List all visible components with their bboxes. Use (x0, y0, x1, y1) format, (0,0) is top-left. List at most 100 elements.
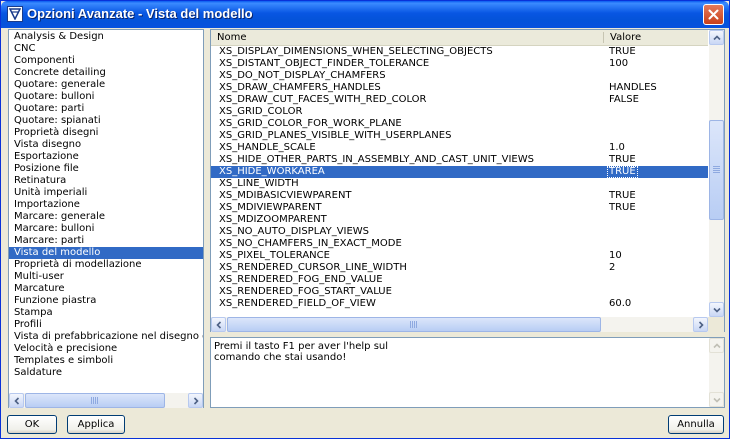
table-hscroll-thumb[interactable] (227, 317, 601, 332)
category-item[interactable]: Quotare: bulloni (9, 91, 203, 103)
setting-name-cell: XS_GRID_COLOR (219, 106, 303, 117)
help-scroll-up-button[interactable] (709, 338, 724, 353)
category-item[interactable]: Quotare: spianati (9, 115, 203, 127)
category-list-hscroll-thumb[interactable] (25, 393, 165, 408)
scroll-right-button[interactable] (188, 393, 203, 408)
category-item[interactable]: Concrete detailing (9, 67, 203, 79)
table-row[interactable]: XS_RENDERED_FOG_START_VALUE (211, 286, 708, 298)
table-row[interactable]: XS_DISPLAY_DIMENSIONS_WHEN_SELECTING_OBJ… (211, 46, 708, 58)
window-title: Opzioni Avanzate - Vista del modello (27, 6, 253, 21)
cancel-button[interactable]: Annulla (668, 415, 724, 434)
setting-value-cell[interactable]: TRUE (609, 46, 636, 58)
setting-name-cell: XS_RENDERED_CURSOR_LINE_WIDTH (219, 262, 407, 273)
table-row[interactable]: XS_HIDE_WORKAREA TRUE (211, 166, 708, 178)
setting-name-cell: XS_RENDERED_FIELD_OF_VIEW (219, 298, 376, 309)
category-item[interactable]: Componenti (9, 55, 203, 67)
category-item[interactable]: Velocità e precisione (9, 343, 203, 355)
category-list[interactable]: Analysis & Design CNC Componenti Concrete d… (9, 30, 203, 393)
setting-name-cell: XS_MDIVIEWPARENT (219, 202, 322, 213)
category-item[interactable]: Marcare: bulloni (9, 223, 203, 235)
table-row[interactable]: XS_PIXEL_TOLERANCE 10 (211, 250, 708, 262)
table-row[interactable]: XS_MDIBASICVIEWPARENT TRUE (211, 190, 708, 202)
setting-value-cell[interactable]: 1.0 (609, 142, 625, 154)
category-item[interactable]: Vista del modello (9, 247, 203, 259)
table-scroll-right-button[interactable] (693, 317, 708, 332)
table-row[interactable]: XS_DISTANT_OBJECT_FINDER_TOLERANCE 100 (211, 58, 708, 70)
title-bar[interactable]: Opzioni Avanzate - Vista del modello (1, 1, 729, 28)
table-row[interactable]: XS_HANDLE_SCALE 1.0 (211, 142, 708, 154)
table-row[interactable]: XS_GRID_PLANES_VISIBLE_WITH_USERPLANES (211, 130, 708, 142)
category-list-hscrollbar[interactable] (9, 393, 203, 408)
table-vscroll-thumb[interactable] (709, 120, 724, 220)
table-row[interactable]: XS_DO_NOT_DISPLAY_CHAMFERS (211, 70, 708, 82)
table-row[interactable]: XS_HIDE_OTHER_PARTS_IN_ASSEMBLY_AND_CAST… (211, 154, 708, 166)
category-item[interactable]: Profili (9, 319, 203, 331)
scroll-down-button[interactable] (709, 302, 724, 317)
category-item[interactable]: Importazione (9, 199, 203, 211)
setting-value-cell[interactable]: TRUE (607, 166, 638, 178)
category-item[interactable]: Multi-user (9, 271, 203, 283)
table-row[interactable]: XS_GRID_COLOR_FOR_WORK_PLANE (211, 118, 708, 130)
setting-value-cell[interactable]: 2 (609, 262, 615, 274)
setting-value-cell[interactable]: HANDLES (609, 82, 657, 94)
category-item[interactable]: Vista di prefabbricazione nel disegno di… (9, 331, 203, 343)
table-row[interactable]: XS_RENDERED_CURSOR_LINE_WIDTH 2 (211, 262, 708, 274)
category-item[interactable]: CNC (9, 43, 203, 55)
category-item[interactable]: Proprietà di modellazione (9, 259, 203, 271)
category-item[interactable]: Analysis & Design (9, 31, 203, 43)
table-scroll-left-button[interactable] (211, 317, 226, 332)
setting-value-cell[interactable]: 100 (609, 58, 628, 70)
category-item[interactable]: Funzione piastra (9, 295, 203, 307)
category-item[interactable]: Quotare: generale (9, 79, 203, 91)
setting-value-cell[interactable]: 10 (609, 250, 622, 262)
column-header-value[interactable]: Valore (604, 30, 708, 45)
setting-value-cell[interactable]: TRUE (609, 190, 636, 202)
setting-value-cell[interactable]: 60.0 (609, 298, 631, 310)
table-row[interactable]: XS_DRAW_CHAMFERS_HANDLES HANDLES (211, 82, 708, 94)
app-icon (7, 6, 23, 22)
setting-name-cell: XS_HIDE_OTHER_PARTS_IN_ASSEMBLY_AND_CAST… (219, 154, 534, 165)
table-row[interactable]: XS_GRID_COLOR (211, 106, 708, 118)
setting-value-cell[interactable]: TRUE (609, 154, 636, 166)
apply-button[interactable]: Applica (67, 415, 125, 434)
category-item[interactable]: Vista disegno (9, 139, 203, 151)
category-item[interactable]: Esportazione (9, 151, 203, 163)
table-row[interactable]: XS_RENDERED_FIELD_OF_VIEW 60.0 (211, 298, 708, 310)
setting-name-cell: XS_DRAW_CHAMFERS_HANDLES (219, 82, 381, 93)
help-text: Premi il tasto F1 per aver l'help sul co… (214, 341, 704, 363)
table-row[interactable]: XS_RENDERED_FOG_END_VALUE (211, 274, 708, 286)
scroll-left-button[interactable] (9, 393, 24, 408)
category-item[interactable]: Marcare: generale (9, 211, 203, 223)
category-item[interactable]: Marcare: parti (9, 235, 203, 247)
category-item[interactable]: Marcature (9, 283, 203, 295)
table-row[interactable]: XS_LINE_WIDTH (211, 178, 708, 190)
table-row[interactable]: XS_MDIVIEWPARENT TRUE (211, 202, 708, 214)
table-row[interactable]: XS_NO_CHAMFERS_IN_EXACT_MODE (211, 238, 708, 250)
setting-value-cell[interactable]: FALSE (609, 94, 639, 106)
setting-name-cell: XS_DISTANT_OBJECT_FINDER_TOLERANCE (219, 58, 430, 69)
setting-name-cell: XS_RENDERED_FOG_START_VALUE (219, 286, 392, 297)
category-item[interactable]: Saldature (9, 367, 203, 379)
scroll-up-button[interactable] (709, 30, 724, 45)
setting-name-cell: XS_NO_CHAMFERS_IN_EXACT_MODE (219, 238, 402, 249)
table-row[interactable]: XS_NO_AUTO_DISPLAY_VIEWS (211, 226, 708, 238)
table-row[interactable]: XS_DRAW_CUT_FACES_WITH_RED_COLOR FALSE (211, 94, 708, 106)
category-item[interactable]: Proprietà disegni (9, 127, 203, 139)
ok-button[interactable]: OK (7, 415, 57, 434)
settings-table[interactable]: XS_DISPLAY_DIMENSIONS_WHEN_SELECTING_OBJ… (211, 46, 708, 317)
table-hscrollbar[interactable] (211, 317, 708, 332)
category-item[interactable]: Unità imperiali (9, 187, 203, 199)
help-scroll-down-button[interactable] (709, 392, 724, 407)
table-vscrollbar[interactable] (709, 30, 724, 317)
category-item[interactable]: Stampa (9, 307, 203, 319)
help-vscrollbar[interactable] (709, 338, 724, 407)
category-item[interactable]: Posizione file (9, 163, 203, 175)
column-header-name[interactable]: Nome (211, 30, 604, 45)
setting-value-cell[interactable]: TRUE (609, 202, 636, 214)
close-button[interactable] (703, 4, 724, 25)
category-item[interactable]: Quotare: parti (9, 103, 203, 115)
settings-table-panel: Nome Valore XS_DISPLAY_DIMENSIONS_WHEN_S… (210, 29, 725, 332)
category-item[interactable]: Retinatura (9, 175, 203, 187)
category-item[interactable]: Templates e simboli (9, 355, 203, 367)
table-row[interactable]: XS_MDIZOOMPARENT (211, 214, 708, 226)
